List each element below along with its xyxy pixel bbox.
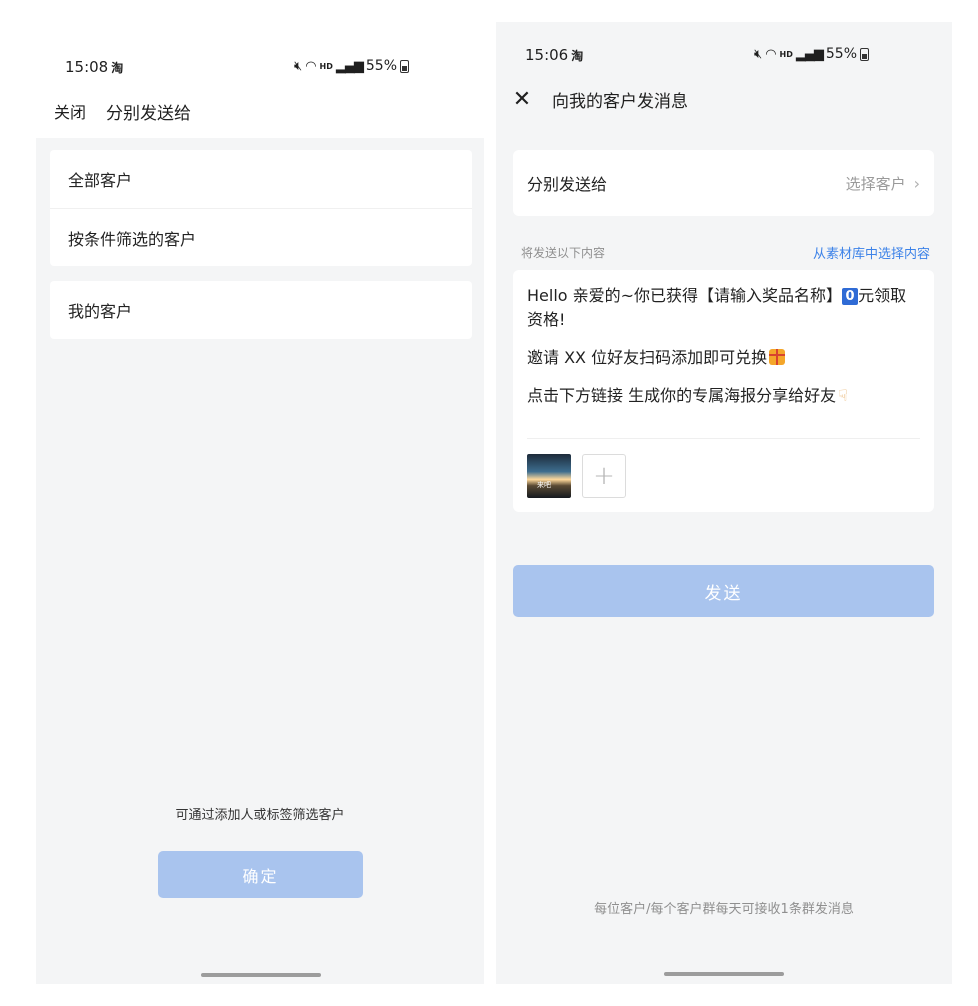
message-line-3-text: 点击下方链接 生成你的专属海报分享给好友 — [527, 386, 837, 405]
attachment-thumbnail[interactable]: 来吧 — [527, 454, 571, 498]
send-limit-hint: 每位客户/每个客户群每天可接收1条群发消息 — [594, 902, 854, 917]
right-screen: 15:06 淘 🔇︎ ◠ HD ▂▄▆ 55% ✕ 向我的客户发消息 分别发送给 … — [496, 22, 952, 984]
filter-options-card: 全部客户 按条件筛选的客户 — [50, 150, 472, 266]
status-icons: 🔇︎ ◠ HD ▂▄▆ 55% — [754, 46, 870, 62]
message-line-2: 邀请 XX 位好友扫码添加即可兑换 — [527, 346, 920, 370]
status-time-text: 15:08 — [65, 58, 109, 76]
option-all-customers[interactable]: 全部客户 — [50, 150, 472, 208]
status-time-text: 15:06 — [525, 46, 569, 64]
select-customer: 选择客户 › — [846, 173, 920, 194]
send-button[interactable]: 发送 — [513, 565, 934, 617]
filter-hint: 可通过添加人或标签筛选客户 — [175, 808, 345, 823]
option-my-customers[interactable]: 我的客户 — [50, 281, 472, 339]
mute-icon: 🔇︎ — [754, 46, 763, 62]
my-customers-card: 我的客户 — [50, 281, 472, 339]
taobao-notification-icon: 淘 — [571, 49, 584, 63]
home-indicator[interactable] — [201, 973, 321, 977]
zero-badge: 0 — [842, 288, 859, 305]
left-screen: 15:08 淘 🔇︎ ◠ HD ▂▄▆ 55% 关闭 分别发送给 全部客户 按条件… — [36, 0, 484, 984]
gift-icon — [769, 349, 786, 365]
status-icons: 🔇︎ ◠ HD ▂▄▆ 55% — [294, 58, 410, 74]
taobao-notification-icon: 淘 — [111, 61, 124, 75]
send-to-label: 分别发送给 — [527, 175, 608, 194]
message-line-1: Hello 亲爱的~你已获得【请输入奖品名称】 0 元领取资格! — [527, 284, 920, 332]
battery-icon — [400, 59, 410, 73]
hand-pointing-down-icon: ☟ — [838, 386, 848, 405]
right-header: ✕ 向我的客户发消息 — [512, 84, 688, 114]
battery-icon — [860, 47, 870, 61]
divider — [527, 438, 920, 439]
left-body: 全部客户 按条件筛选的客户 我的客户 可通过添加人或标签筛选客户 确定 — [36, 138, 484, 984]
status-bar: 15:08 淘 🔇︎ ◠ HD ▂▄▆ 55% — [36, 52, 484, 82]
chevron-right-icon: › — [913, 173, 920, 193]
page-title: 分别发送给 — [106, 103, 192, 124]
library-link[interactable]: 从素材库中选择内容 — [813, 243, 930, 262]
close-icon[interactable]: ✕ — [512, 87, 532, 112]
signal-icon: ▂▄▆ — [335, 58, 364, 74]
message-line-3: 点击下方链接 生成你的专属海报分享给好友 ☟ — [527, 384, 920, 408]
hd-label: HD — [779, 49, 793, 59]
status-bar: 15:06 淘 🔇︎ ◠ HD ▂▄▆ 55% — [496, 40, 952, 70]
home-indicator[interactable] — [664, 972, 784, 976]
status-time: 15:06 淘 — [525, 46, 583, 64]
wifi-icon: ◠ — [765, 46, 777, 62]
close-button[interactable]: 关闭 — [54, 99, 86, 123]
message-line-2-text: 邀请 XX 位好友扫码添加即可兑换 — [527, 348, 768, 367]
message-line-1-start: Hello 亲爱的~你已获得【请输入奖品名称】 — [527, 286, 843, 305]
left-header: 关闭 分别发送给 — [54, 96, 484, 126]
hd-label: HD — [319, 61, 333, 71]
confirm-button[interactable]: 确定 — [158, 851, 363, 898]
mute-icon: 🔇︎ — [294, 58, 303, 74]
send-to-row[interactable]: 分别发送给 选择客户 › — [513, 150, 934, 216]
signal-icon: ▂▄▆ — [795, 46, 824, 62]
plus-icon: + — [593, 461, 615, 491]
message-card[interactable]: Hello 亲爱的~你已获得【请输入奖品名称】 0 元领取资格! 邀请 XX 位好友… — [513, 270, 934, 512]
content-caption: 将发送以下内容 — [521, 246, 606, 260]
add-attachment-button[interactable]: + — [582, 454, 626, 498]
thumbnail-caption: 来吧 — [537, 481, 551, 489]
status-time: 15:08 淘 — [65, 58, 123, 76]
option-filtered-customers[interactable]: 按条件筛选的客户 — [50, 208, 472, 266]
wifi-icon: ◠ — [305, 58, 317, 74]
battery-text: 55% — [365, 58, 398, 74]
select-customer-text: 选择客户 — [845, 174, 906, 193]
page-title: 向我的客户发消息 — [552, 91, 688, 112]
battery-text: 55% — [825, 46, 858, 62]
